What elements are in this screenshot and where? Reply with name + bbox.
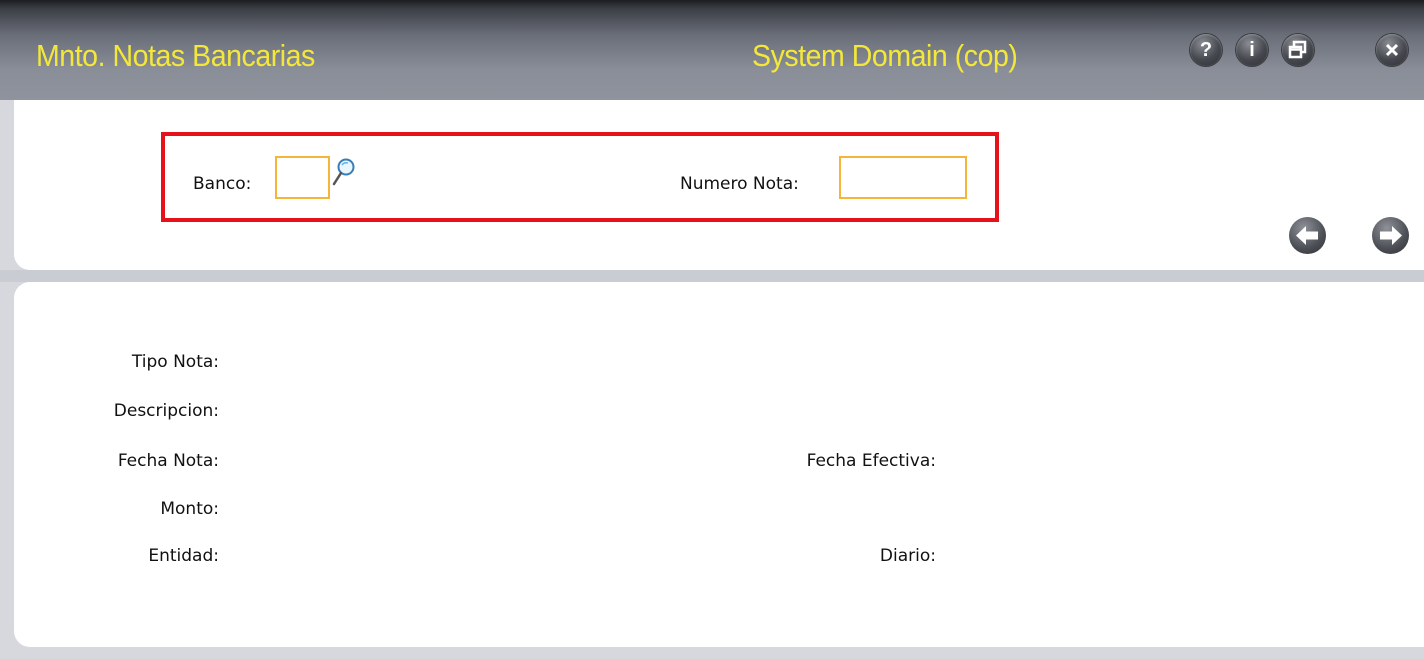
restore-window-icon: [1288, 40, 1307, 59]
tipo-nota-label: Tipo Nota:: [131, 352, 219, 372]
fecha-nota-label: Fecha Nota:: [117, 451, 219, 471]
help-button[interactable]: ?: [1190, 34, 1222, 66]
info-button[interactable]: i: [1236, 34, 1268, 66]
title-bar: Mnto. Notas Bancarias System Domain (cop…: [0, 0, 1424, 100]
banco-label: Banco:: [193, 174, 252, 194]
details-panel: [14, 282, 1424, 647]
diario-label: Diario:: [879, 546, 936, 566]
close-button[interactable]: [1376, 34, 1408, 66]
help-icon: ?: [1199, 39, 1213, 61]
close-icon: [1385, 43, 1399, 57]
section-divider: [0, 270, 1424, 282]
window-title: Mnto. Notas Bancarias: [36, 38, 315, 73]
arrow-right-icon: [1380, 226, 1402, 245]
previous-record-button[interactable]: [1289, 217, 1326, 254]
numero-nota-label: Numero Nota:: [680, 174, 799, 194]
banco-input[interactable]: [275, 156, 330, 199]
numero-nota-input[interactable]: [839, 156, 967, 199]
arrow-left-icon: [1296, 226, 1318, 245]
next-record-button[interactable]: [1372, 217, 1409, 254]
app-window: Mnto. Notas Bancarias System Domain (cop…: [0, 0, 1424, 659]
domain-label: System Domain (cop): [752, 38, 1018, 73]
restore-button[interactable]: [1282, 34, 1314, 66]
fecha-efectiva-label: Fecha Efectiva:: [806, 451, 936, 471]
descripcion-label: Descripcion:: [113, 401, 219, 421]
entidad-label: Entidad:: [148, 546, 219, 566]
monto-label: Monto:: [160, 499, 219, 519]
magnifier-icon[interactable]: [331, 157, 355, 187]
info-icon: i: [1249, 39, 1255, 61]
